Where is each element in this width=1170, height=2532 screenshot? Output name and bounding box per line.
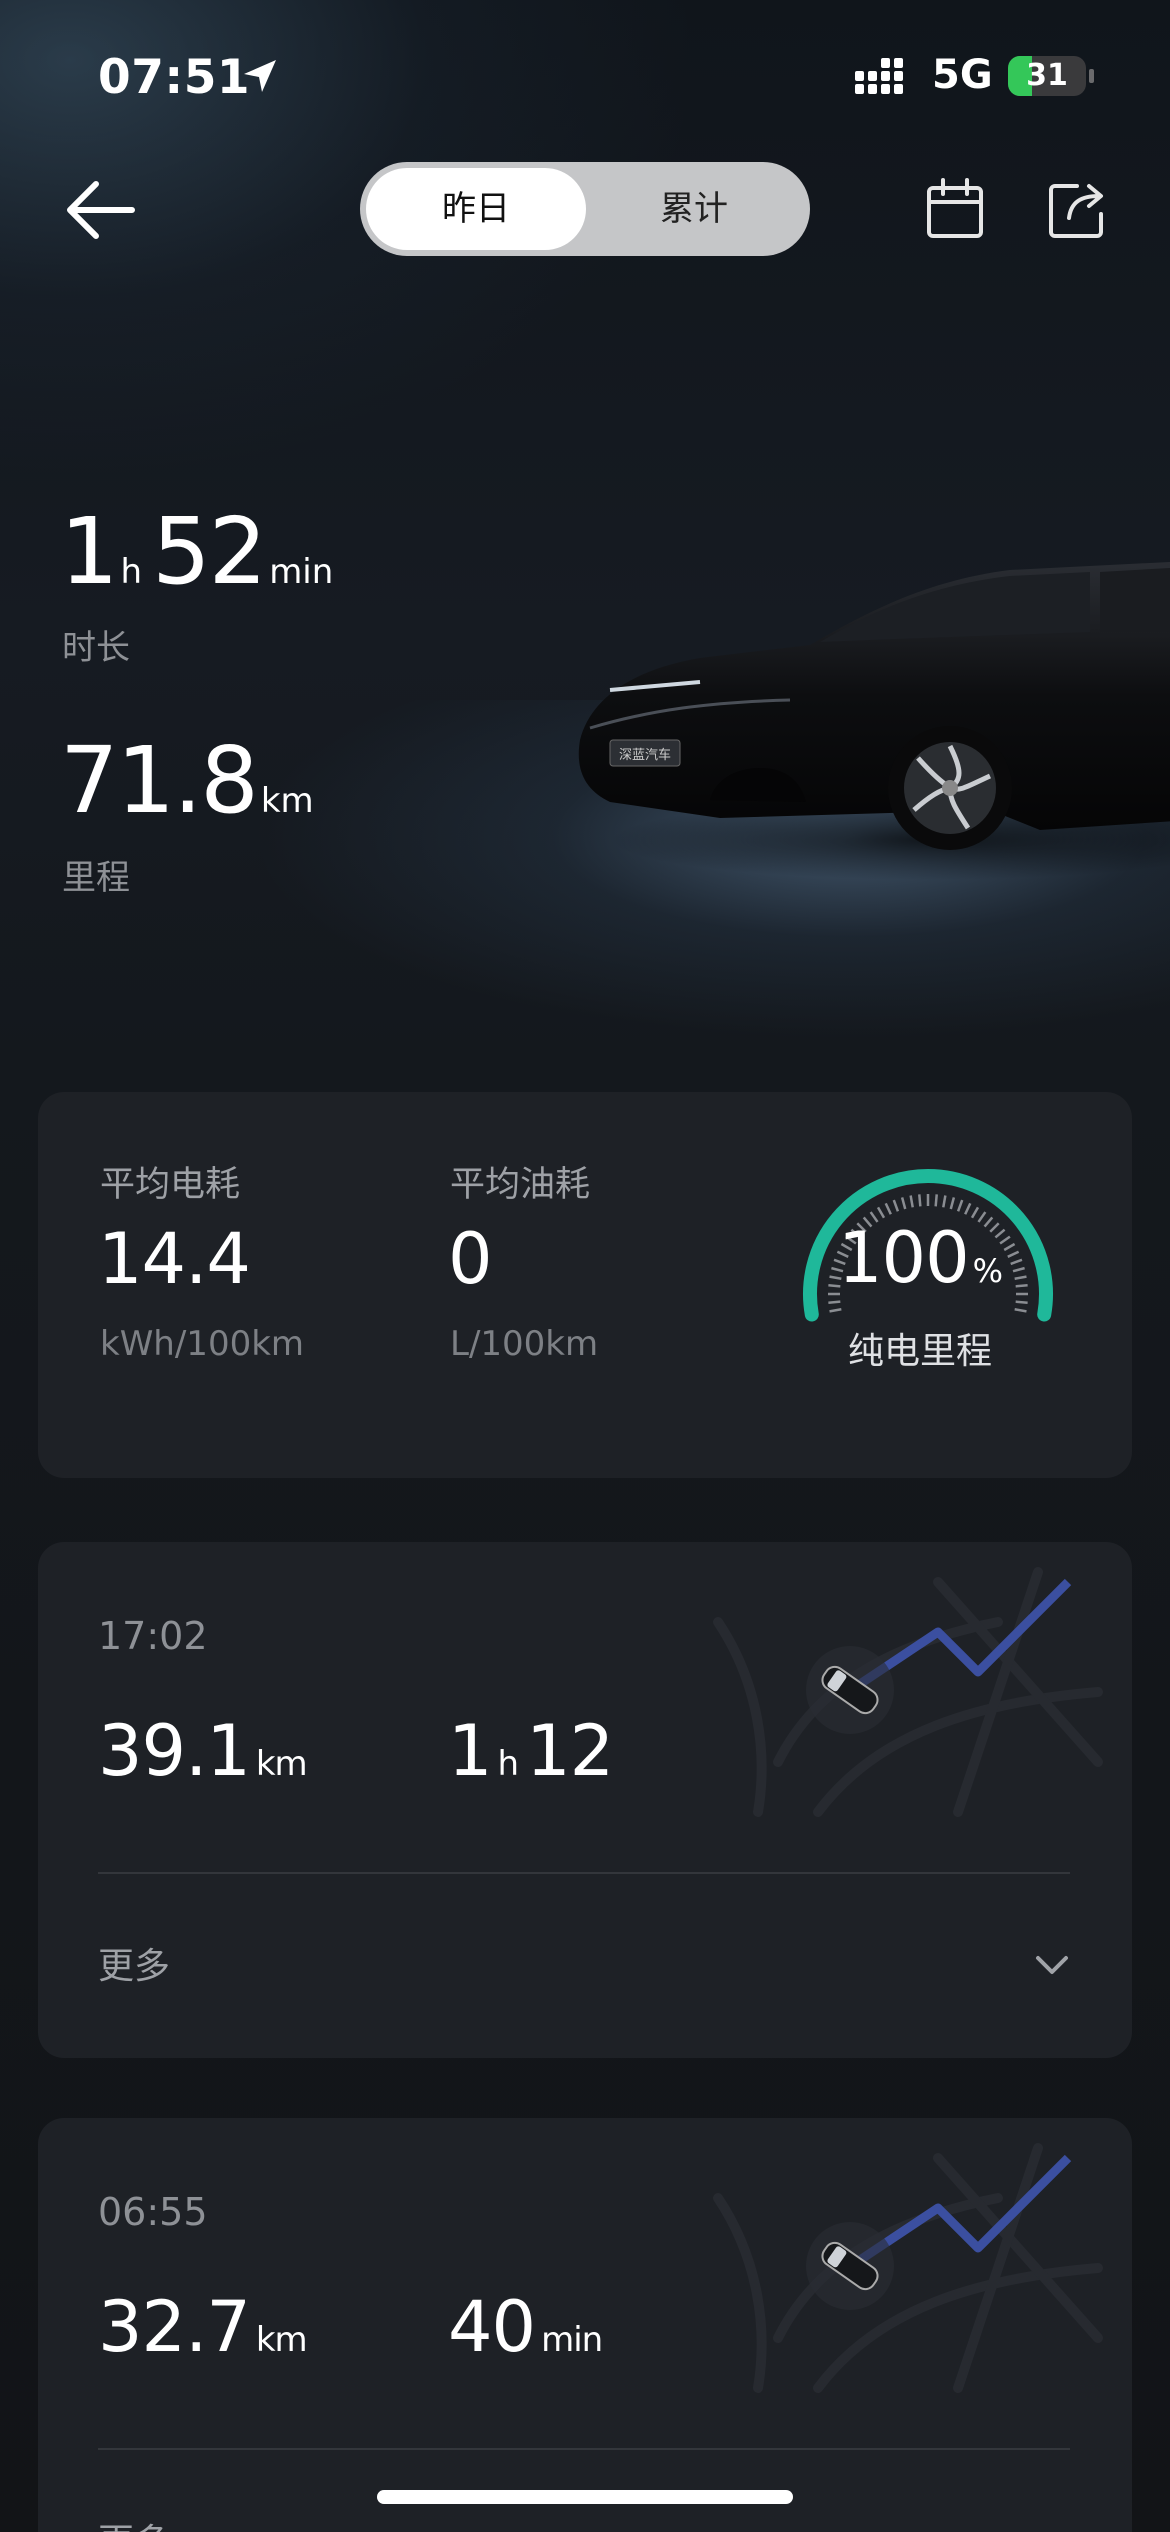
avg-power-value: 14.4 xyxy=(98,1218,251,1300)
back-arrow-icon[interactable] xyxy=(62,178,138,242)
trip-duration: 40 min xyxy=(448,2286,610,2368)
gauge-tick xyxy=(942,1195,947,1208)
trip-duration-hours: 1 xyxy=(448,1710,493,1792)
trip-duration-minutes: 40 xyxy=(448,2286,536,2368)
battery-level: 31 xyxy=(1026,58,1068,93)
duration-label: 时长 xyxy=(62,628,130,668)
status-bar: 07:51 5G 31 xyxy=(0,0,1170,150)
trip-start-time: 06:55 xyxy=(98,2190,208,2234)
gauge-tick xyxy=(1010,1258,1023,1266)
trip-distance-value: 39.1 xyxy=(98,1710,251,1792)
more-label[interactable]: 更多 xyxy=(98,2513,170,2532)
trip-distance-unit: km xyxy=(255,1744,308,1784)
tab-yesterday[interactable]: 昨日 xyxy=(366,168,586,250)
gauge-tick xyxy=(900,1197,907,1210)
divider xyxy=(98,2448,1070,2450)
duration-minutes: 52 xyxy=(152,498,267,605)
gauge-tick xyxy=(1014,1308,1027,1313)
gauge-tick xyxy=(918,1194,922,1207)
gauge-tick xyxy=(828,1300,841,1304)
duration-hours-unit: h xyxy=(120,552,143,592)
trip-duration-minutes: 12 xyxy=(526,1710,614,1792)
distance-unit: km xyxy=(260,781,314,821)
gauge-tick xyxy=(1003,1242,1016,1252)
avg-fuel-value: 0 xyxy=(448,1218,493,1300)
trip-card[interactable]: 17:02 39.1 km 1 h 12 更多 xyxy=(38,1542,1132,2058)
gauge-tick xyxy=(1012,1266,1025,1273)
gauge-tick xyxy=(1015,1300,1028,1304)
share-icon[interactable] xyxy=(1047,178,1107,240)
battery-icon: 31 xyxy=(1008,56,1086,96)
gauge-tick xyxy=(1014,1275,1027,1280)
electric-ratio-number: 100 xyxy=(838,1217,970,1299)
trip-duration-hours-unit: h xyxy=(497,1744,520,1784)
chevron-down-icon[interactable] xyxy=(1032,1950,1072,1978)
battery-cap xyxy=(1089,69,1094,83)
avg-fuel-label: 平均油耗 xyxy=(450,1165,591,1205)
network-type: 5G xyxy=(932,52,993,98)
electric-ratio-unit: % xyxy=(972,1252,1003,1290)
gauge-tick xyxy=(1015,1284,1028,1288)
gauge-tick xyxy=(892,1199,900,1212)
signal-icon xyxy=(855,58,903,94)
gauge-tick xyxy=(1007,1250,1020,1258)
car-image: 深蓝汽车 xyxy=(578,562,1170,880)
calendar-icon[interactable] xyxy=(925,178,985,240)
gauge-tick xyxy=(829,1308,842,1313)
trip-distance: 32.7 km xyxy=(98,2286,315,2368)
route-map-icon xyxy=(713,1567,1103,1817)
gauge-tick xyxy=(964,1202,972,1215)
trip-card[interactable]: 06:55 32.7km 40min 更多 xyxy=(38,2118,1132,2532)
location-arrow-icon xyxy=(244,60,276,92)
gauge-tick xyxy=(949,1197,956,1210)
trip-duration: 1 h 12 xyxy=(448,1710,614,1792)
avg-power-label: 平均电耗 xyxy=(100,1165,241,1205)
gauge-tick xyxy=(934,1194,938,1207)
avg-fuel-unit: L/100km xyxy=(450,1324,599,1364)
status-time: 07:51 xyxy=(98,50,251,105)
home-indicator[interactable] xyxy=(377,2490,793,2504)
trip-duration-minutes-unit: min xyxy=(541,2320,603,2360)
duration-hours: 1 xyxy=(60,498,119,605)
gauge-tick xyxy=(884,1202,892,1215)
avg-power-unit: kWh/100km xyxy=(100,1324,305,1364)
duration-minutes-unit: min xyxy=(269,552,334,592)
gauge-tick xyxy=(956,1199,964,1212)
divider xyxy=(98,1872,1070,1874)
trip-distance-value: 32.7 xyxy=(98,2286,251,2368)
trip-start-time: 17:02 xyxy=(98,1614,208,1658)
distance-value: 71.8 km xyxy=(60,727,324,834)
tab-cumulative[interactable]: 累计 xyxy=(584,168,804,250)
electric-ratio-value: 100% xyxy=(838,1217,1003,1299)
trip-distance-unit: km xyxy=(255,2320,308,2360)
route-map-icon xyxy=(713,2143,1103,2393)
trip-distance: 39.1 km xyxy=(98,1710,315,1792)
distance-number: 71.8 xyxy=(60,727,259,834)
trip-summary-page: 07:51 5G 31 昨日 累计 1 h 52 min 时长 71.8 km … xyxy=(0,0,1170,2532)
license-plate: 深蓝汽车 xyxy=(619,747,671,763)
duration-value: 1 h 52 min xyxy=(60,498,343,605)
distance-label: 里程 xyxy=(62,858,130,898)
period-segmented-control: 昨日 累计 xyxy=(360,162,810,256)
gauge-tick xyxy=(909,1195,914,1208)
electric-ratio-label: 纯电里程 xyxy=(848,1331,993,1372)
efficiency-card: 平均电耗 14.4 kWh/100km 平均油耗 0 L/100km 100% … xyxy=(38,1092,1132,1478)
more-label[interactable]: 更多 xyxy=(98,1937,170,1989)
